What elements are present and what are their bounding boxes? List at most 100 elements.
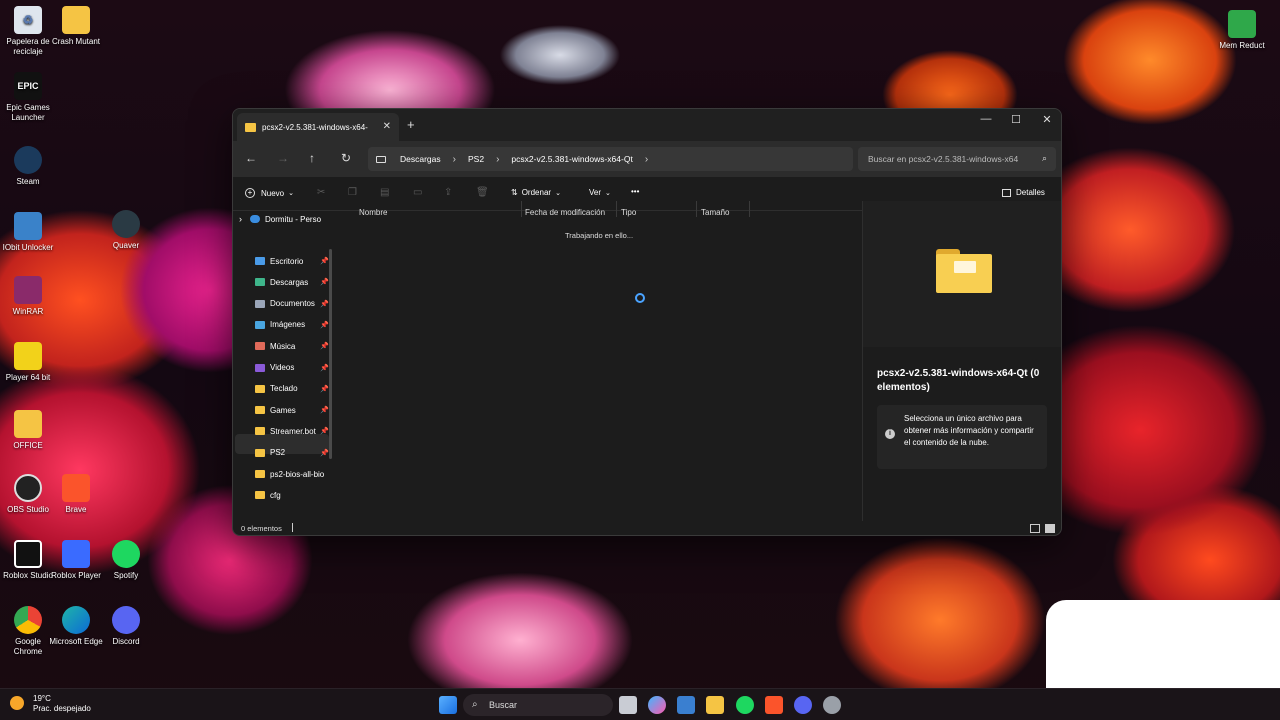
sidebar-scrollbar[interactable] [329,249,332,459]
sidebar-item-label: PS2 [270,448,286,458]
desktop-icon-crash-mutant[interactable]: Crash Mutant [48,6,104,47]
desktop-icon-winrar[interactable]: WinRAR [0,276,56,317]
more-options-icon[interactable]: ••• [631,187,639,196]
spotify-icon [112,540,140,568]
lock-icon [14,212,42,240]
search-input[interactable]: Buscar en pcsx2-v2.5.381-windows-x64 ⌕ [858,147,1056,171]
close-tab-icon[interactable]: ✕ [383,121,391,132]
pin-icon: 📌 [320,364,329,372]
sidebar-item[interactable]: Descargas 📌 [255,272,329,292]
column-header-name[interactable]: Nombre [359,208,387,217]
desktop-icon-discord[interactable]: Discord [98,606,154,647]
back-button[interactable]: ← [245,151,257,165]
share-icon[interactable]: ⇪ [444,187,452,198]
close-window-button[interactable]: ✕ [1032,113,1061,126]
new-button[interactable]: + Nuevo ⌄ [245,188,294,198]
column-header-date[interactable]: Fecha de modificación [525,208,605,217]
sidebar-item[interactable]: Imágenes 📌 [255,315,329,335]
taskbar-search[interactable]: ⌕ Buscar [463,694,613,716]
sidebar-item-label: Música [270,341,296,351]
sidebar-item[interactable]: cfg [255,485,329,505]
title-bar: pcsx2-v2.5.381-windows-x64- ✕ + — ☐ ✕ [233,109,1061,141]
desktop-icon-quaver[interactable]: Quaver [98,210,154,251]
copy-icon[interactable]: ❐ [348,187,357,198]
sidebar-item[interactable]: Música 📌 [255,336,329,356]
column-divider[interactable] [616,201,617,217]
desktop-icon-epic-games[interactable]: EPIC Epic Games Launcher [0,72,56,123]
file-explorer-icon[interactable] [706,696,724,714]
folder-icon [936,249,992,293]
info-icon: i [885,429,895,439]
paste-icon[interactable]: ▤ [380,187,389,198]
cut-icon[interactable]: ✂ [317,187,325,198]
sidebar-item[interactable]: ps2-bios-all-bio [255,464,329,484]
breadcrumb-current[interactable]: pcsx2-v2.5.381-windows-x64-Qt [511,154,632,164]
task-view-icon[interactable] [619,696,637,714]
sort-button[interactable]: ⇅ Ordenar ⌄ [511,188,561,197]
sort-icon: ⇅ [511,188,518,197]
minimize-button[interactable]: — [971,113,1001,125]
maximize-button[interactable]: ☐ [1001,113,1031,126]
refresh-button[interactable]: ↻ [341,151,351,165]
folder-icon [255,491,265,500]
tab-current-folder[interactable]: pcsx2-v2.5.381-windows-x64- ✕ [237,113,399,141]
taskbar: 19°C Prac. despejado ⌕ Buscar [0,688,1280,720]
brave-icon[interactable] [765,696,783,714]
spotify-icon[interactable] [736,696,754,714]
file-list[interactable]: Nombre Fecha de modificación Tipo Tamaño… [339,201,863,521]
sidebar-item-label: Videos [270,363,295,372]
desktop-icon-brave[interactable]: Brave [48,474,104,515]
breadcrumb-ps2[interactable]: PS2 [468,154,484,164]
sidebar-item[interactable]: PS2 📌 [255,443,329,463]
sidebar-item[interactable]: Escritorio 📌 [255,251,329,271]
store-icon[interactable] [677,696,695,714]
breadcrumb-descargas[interactable]: Descargas [400,154,441,164]
tiles-view-icon[interactable] [1045,524,1055,533]
column-header-type[interactable]: Tipo [621,208,636,217]
sidebar-item[interactable]: Streamer.bot 📌 [255,421,329,441]
forward-button[interactable]: → [277,151,289,165]
address-bar[interactable]: Descargas › PS2 › pcsx2-v2.5.381-windows… [368,147,853,171]
discord-icon[interactable] [794,696,812,714]
sidebar-item[interactable]: Videos 📌 [255,358,329,378]
desktop-icon-office[interactable]: OFFICE [0,410,56,451]
rename-icon[interactable]: ▭ [413,187,422,198]
up-button[interactable]: ↑ [309,151,315,165]
copilot-icon[interactable] [648,696,666,714]
pin-icon: 📌 [320,385,329,393]
desktop-icon-edge[interactable]: Microsoft Edge [48,606,104,647]
desktop-icon-roblox-player[interactable]: Roblox Player [48,540,104,581]
pin-icon: 📌 [320,428,329,436]
status-bar: 0 elementos [233,521,1061,535]
column-divider[interactable] [749,201,750,217]
roblox-player-icon [62,540,90,568]
new-tab-button[interactable]: + [407,117,415,132]
desktop-icon-player[interactable]: Player 64 bit [0,342,56,383]
sidebar-item[interactable]: Teclado 📌 [255,379,329,399]
chevron-down-icon: ⌄ [288,190,294,197]
file-explorer-window: pcsx2-v2.5.381-windows-x64- ✕ + — ☐ ✕ ← … [232,108,1062,536]
column-header-size[interactable]: Tamaño [701,208,729,217]
start-button-icon[interactable] [439,696,457,714]
sidebar-item-label: Descargas [270,277,309,287]
view-button[interactable]: Ver ⌄ [589,188,611,197]
settings-icon[interactable] [823,696,841,714]
player-icon [14,342,42,370]
desktop-icon-spotify[interactable]: Spotify [98,540,154,581]
desktop-icon-steam[interactable]: Steam [0,146,56,187]
column-divider[interactable] [696,201,697,217]
chevron-right-icon: › [452,153,456,165]
details-pane-button[interactable]: Detalles [1002,188,1045,197]
desktop-icon-mem-reduct[interactable]: Mem Reduct [1214,10,1270,51]
sidebar-item-label: Games [270,405,296,415]
folder-icon [255,448,265,457]
delete-icon[interactable]: 🗑 [476,187,489,198]
details-view-icon[interactable] [1030,524,1040,533]
sidebar-item-onedrive[interactable]: › Dormitu - Perso [239,209,331,229]
sidebar-item[interactable]: Documentos 📌 [255,294,329,314]
chevron-down-icon: ⌄ [555,189,561,197]
column-divider[interactable] [521,201,522,217]
epic-games-icon: EPIC [14,72,42,100]
desktop-icon-iobit-unlocker[interactable]: IObit Unlocker [0,212,56,253]
sidebar-item[interactable]: Games 📌 [255,400,329,420]
